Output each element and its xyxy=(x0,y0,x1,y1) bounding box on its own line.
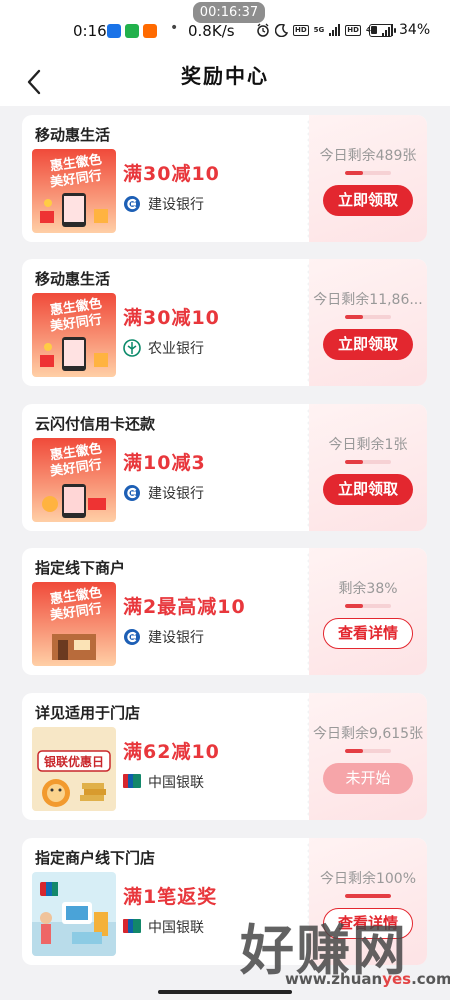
remaining-progress-fill xyxy=(345,171,364,175)
notification-icons xyxy=(107,24,157,38)
status-bar: 00:16:37 0:16 • 0.8K/s HD 5G HD 4G 34% xyxy=(0,0,450,58)
5g-icon: 5G xyxy=(313,25,325,34)
more-notifications-dot: • xyxy=(170,20,179,36)
bank-logo-icon xyxy=(123,773,141,791)
bank-name: 建设银行 xyxy=(148,197,204,213)
site-watermark: 好赚网 www.zhuanyes.com xyxy=(240,906,450,1000)
watermark-url: www.zhuanyes.com xyxy=(285,970,450,988)
promo-thumbnail: 惠生徽色 美好同行 xyxy=(32,438,116,522)
screen-recording-timer: 00:16:37 xyxy=(193,2,265,23)
remaining-count: 今日剩余489张 xyxy=(319,148,417,164)
bank-name: 中国银联 xyxy=(148,775,204,791)
offer-text: 满62减10 xyxy=(123,741,220,763)
offer-text: 满1笔返奖 xyxy=(123,886,218,908)
home-indicator[interactable] xyxy=(158,990,292,994)
bank-info: 建设银行 xyxy=(123,194,204,214)
coupon-title: 指定线下商户 xyxy=(35,559,126,577)
coupon-title: 云闪付信用卡还款 xyxy=(35,415,156,433)
taobao-icon xyxy=(143,24,157,38)
svg-text:银联优惠日: 银联优惠日 xyxy=(44,754,104,769)
bank-logo-icon xyxy=(123,918,141,936)
page-header: 奖励中心 xyxy=(0,58,450,106)
bank-info: 中国银联 xyxy=(123,772,204,792)
remaining-progress-fill xyxy=(345,749,364,753)
offer-text: 满30减10 xyxy=(123,307,220,329)
remaining-progress-fill xyxy=(345,604,364,608)
alarm-icon xyxy=(257,23,269,37)
coupon-title: 移动惠生活 xyxy=(35,126,111,144)
bank-logo-icon xyxy=(123,484,141,502)
promo-thumbnail xyxy=(32,872,116,956)
remaining-progress-fill xyxy=(345,894,391,898)
coupon-action-panel: 今日剩余489张 立即领取 xyxy=(309,115,427,242)
coupon-action-button[interactable]: 立即领取 xyxy=(323,329,413,360)
wechat-icon xyxy=(125,24,139,38)
remaining-progress-bar xyxy=(345,894,391,898)
coupon-title: 移动惠生活 xyxy=(35,270,111,288)
coupon-info: 云闪付信用卡还款 惠生徽色 美好同行 满10减3 建设银行 xyxy=(22,404,309,531)
coupon-action-button[interactable]: 立即领取 xyxy=(323,474,413,505)
battery-icon xyxy=(369,24,396,37)
coupon-action-panel: 今日剩余1张 立即领取 xyxy=(309,404,427,531)
bank-info: 中国银联 xyxy=(123,917,204,937)
remaining-progress-bar xyxy=(345,604,391,608)
coupon-card-3[interactable]: 云闪付信用卡还款 惠生徽色 美好同行 满10减3 建设银行 今日剩余1张 立即领取 xyxy=(22,404,427,531)
do-not-disturb-moon-icon xyxy=(275,23,288,37)
promo-thumbnail: 银联优惠日 xyxy=(32,727,116,811)
remaining-count: 今日剩余11,86... xyxy=(313,292,423,308)
battery-level xyxy=(371,26,378,34)
offer-text: 满30减10 xyxy=(123,163,220,185)
coupon-action-button: 未开始 xyxy=(323,763,413,794)
bank-name: 建设银行 xyxy=(148,630,204,646)
bank-logo-icon xyxy=(123,339,141,357)
hd-icon-2: HD xyxy=(345,24,361,36)
offer-text: 满2最高减10 xyxy=(123,596,246,618)
promo-thumbnail: 惠生徽色 美好同行 xyxy=(32,293,116,377)
remaining-count: 剩余38% xyxy=(338,581,398,597)
bank-info: 建设银行 xyxy=(123,627,204,647)
bank-name: 建设银行 xyxy=(148,486,204,502)
coupon-title: 详见适用于门店 xyxy=(35,704,141,722)
network-speed: 0.8K/s xyxy=(188,22,235,40)
page-title: 奖励中心 xyxy=(181,64,269,88)
bank-logo-icon xyxy=(123,195,141,213)
remaining-progress-fill xyxy=(345,460,364,464)
remaining-progress-bar xyxy=(345,315,391,319)
coupon-action-panel: 今日剩余11,86... 立即领取 xyxy=(309,259,427,386)
coupon-card-5[interactable]: 详见适用于门店 银联优惠日 满62减10 中国银联 今日剩余9,615张 未开始 xyxy=(22,693,427,820)
hd-icon: HD xyxy=(293,24,309,36)
coupon-action-panel: 今日剩余9,615张 未开始 xyxy=(309,693,427,820)
remaining-progress-bar xyxy=(345,171,391,175)
app-notification-icon xyxy=(107,24,121,38)
remaining-progress-fill xyxy=(345,315,364,319)
bank-info: 农业银行 xyxy=(123,338,204,358)
remaining-progress-bar xyxy=(345,749,391,753)
coupon-info: 详见适用于门店 银联优惠日 满62减10 中国银联 xyxy=(22,693,309,820)
battery-percent: 34% xyxy=(399,22,431,38)
signal-strength-icon xyxy=(329,24,341,36)
remaining-count: 今日剩余1张 xyxy=(328,437,408,453)
bank-name: 中国银联 xyxy=(148,920,204,936)
coupon-info: 移动惠生活 惠生徽色 美好同行 满30减10 农业银行 xyxy=(22,259,309,386)
coupon-title: 指定商户线下门店 xyxy=(35,849,156,867)
offer-text: 满10减3 xyxy=(123,452,206,474)
coupon-info: 指定线下商户 惠生徽色 美好同行 满2最高减10 建设银行 xyxy=(22,548,309,675)
coupon-action-button[interactable]: 查看详情 xyxy=(323,618,413,649)
bank-info: 建设银行 xyxy=(123,483,204,503)
coupon-info: 移动惠生活 惠生徽色 美好同行 满30减10 建设银行 xyxy=(22,115,309,242)
coupon-card-4[interactable]: 指定线下商户 惠生徽色 美好同行 满2最高减10 建设银行 剩余38% 查看详情 xyxy=(22,548,427,675)
bank-name: 农业银行 xyxy=(148,341,204,357)
remaining-count: 今日剩余9,615张 xyxy=(313,726,423,742)
promo-thumbnail: 惠生徽色 美好同行 xyxy=(32,582,116,666)
bank-logo-icon xyxy=(123,628,141,646)
coupon-card-2[interactable]: 移动惠生活 惠生徽色 美好同行 满30减10 农业银行 今日剩余11,86... … xyxy=(22,259,427,386)
coupon-action-button[interactable]: 立即领取 xyxy=(323,185,413,216)
status-time: 0:16 xyxy=(73,22,107,40)
promo-thumbnail: 惠生徽色 美好同行 xyxy=(32,149,116,233)
coupon-card-1[interactable]: 移动惠生活 惠生徽色 美好同行 满30减10 建设银行 今日剩余489张 立即领取 xyxy=(22,115,427,242)
remaining-progress-bar xyxy=(345,460,391,464)
coupon-action-panel: 剩余38% 查看详情 xyxy=(309,548,427,675)
remaining-count: 今日剩余100% xyxy=(319,871,417,887)
